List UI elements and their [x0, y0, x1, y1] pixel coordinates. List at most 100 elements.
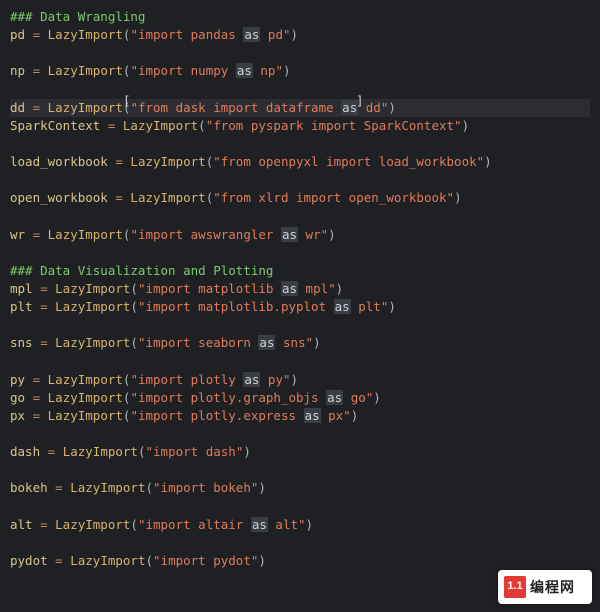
code-line[interactable]: load_workbook = LazyImport("from openpyx… — [10, 153, 590, 171]
function-name: LazyImport — [48, 408, 123, 423]
function-name: LazyImport — [48, 27, 123, 42]
function-name: LazyImport — [55, 517, 130, 532]
open-paren: ( — [130, 281, 138, 296]
code-line[interactable]: dd = LazyImport("from dask import datafr… — [10, 99, 590, 117]
equals-op: = — [108, 190, 131, 205]
equals-op: = — [33, 517, 56, 532]
open-paren: ( — [145, 480, 153, 495]
variable-name: SparkContext — [10, 118, 100, 133]
string-quote: " — [153, 553, 161, 568]
string-text: import plotly.graph_objs — [138, 390, 326, 405]
close-paren: ) — [258, 480, 266, 495]
close-paren: ) — [388, 299, 396, 314]
string-text: go — [343, 390, 366, 405]
string-text: import awswrangler — [138, 227, 281, 242]
code-line[interactable] — [10, 244, 590, 262]
variable-name: px — [10, 408, 25, 423]
string-text: import plotly — [138, 372, 243, 387]
string-quote: " — [145, 444, 153, 459]
keyword-as: as — [243, 27, 260, 42]
string-text: import bokeh — [161, 480, 251, 495]
code-line[interactable]: mpl = LazyImport("import matplotlib as m… — [10, 280, 590, 298]
keyword-as: as — [236, 63, 253, 78]
variable-name: mpl — [10, 281, 33, 296]
code-line[interactable]: dash = LazyImport("import dash") — [10, 443, 590, 461]
code-line[interactable]: alt = LazyImport("import altair as alt") — [10, 516, 590, 534]
function-name: LazyImport — [123, 118, 198, 133]
code-line[interactable]: sns = LazyImport("import seaborn as sns"… — [10, 334, 590, 352]
string-text: py — [260, 372, 283, 387]
variable-name: bokeh — [10, 480, 48, 495]
function-name: LazyImport — [48, 100, 123, 115]
code-line[interactable] — [10, 425, 590, 443]
string-text: import plotly.express — [138, 408, 304, 423]
open-paren: ( — [130, 517, 138, 532]
string-text: wr — [298, 227, 321, 242]
string-quote: " — [306, 335, 314, 350]
string-text: np — [253, 63, 276, 78]
code-line[interactable]: np = LazyImport("import numpy as np") — [10, 62, 590, 80]
string-text: import matplotlib.pyplot — [145, 299, 333, 314]
code-line[interactable]: plt = LazyImport("import matplotlib.pypl… — [10, 298, 590, 316]
function-name: LazyImport — [70, 480, 145, 495]
site-badge[interactable]: 1.1 编程网 — [498, 570, 592, 604]
code-line[interactable] — [10, 81, 590, 99]
string-quote: " — [130, 227, 138, 242]
code-line[interactable] — [10, 135, 590, 153]
close-paren: ) — [462, 118, 470, 133]
code-line[interactable]: py = LazyImport("import plotly as py") — [10, 371, 590, 389]
string-quote: " — [130, 372, 138, 387]
code-line[interactable] — [10, 44, 590, 62]
function-name: LazyImport — [55, 299, 130, 314]
variable-name: dd — [10, 100, 25, 115]
code-line[interactable] — [10, 534, 590, 552]
code-line[interactable]: wr = LazyImport("import awswrangler as w… — [10, 226, 590, 244]
code-editor[interactable]: [ ] ### Data Wranglingpd = LazyImport("i… — [0, 0, 600, 612]
code-line[interactable]: open_workbook = LazyImport("from xlrd im… — [10, 189, 590, 207]
code-line[interactable] — [10, 352, 590, 370]
code-line[interactable] — [10, 171, 590, 189]
code-line[interactable]: ### Data Wrangling — [10, 8, 590, 26]
code-line[interactable]: bokeh = LazyImport("import bokeh") — [10, 479, 590, 497]
string-quote: " — [130, 100, 138, 115]
variable-name: pydot — [10, 553, 48, 568]
equals-op: = — [33, 299, 56, 314]
code-line[interactable] — [10, 497, 590, 515]
string-text: pd — [260, 27, 283, 42]
close-paren: ) — [388, 100, 396, 115]
keyword-as: as — [281, 281, 298, 296]
string-text: import pydot — [161, 553, 251, 568]
variable-name: dash — [10, 444, 40, 459]
function-name: LazyImport — [48, 372, 123, 387]
close-paren: ) — [484, 154, 492, 169]
code-line[interactable] — [10, 461, 590, 479]
keyword-as: as — [341, 100, 358, 115]
keyword-as: as — [251, 517, 268, 532]
string-quote: " — [321, 227, 329, 242]
equals-op: = — [25, 27, 48, 42]
string-quote: " — [454, 118, 462, 133]
string-text: import seaborn — [145, 335, 258, 350]
string-quote: " — [130, 63, 138, 78]
variable-name: load_workbook — [10, 154, 108, 169]
code-line[interactable]: go = LazyImport("import plotly.graph_obj… — [10, 389, 590, 407]
code-line[interactable]: px = LazyImport("import plotly.express a… — [10, 407, 590, 425]
code-line[interactable] — [10, 316, 590, 334]
equals-op: = — [100, 118, 123, 133]
string-text: sns — [275, 335, 305, 350]
keyword-as: as — [243, 372, 260, 387]
open-paren: ( — [130, 299, 138, 314]
function-name: LazyImport — [130, 154, 205, 169]
function-name: LazyImport — [48, 227, 123, 242]
equals-op: = — [25, 408, 48, 423]
variable-name: plt — [10, 299, 33, 314]
code-line[interactable]: pydot = LazyImport("import pydot") — [10, 552, 590, 570]
code-line[interactable]: ### Data Visualization and Plotting — [10, 262, 590, 280]
code-line[interactable]: SparkContext = LazyImport("from pyspark … — [10, 117, 590, 135]
code-line[interactable] — [10, 207, 590, 225]
code-line[interactable]: pd = LazyImport("import pandas as pd") — [10, 26, 590, 44]
keyword-as: as — [258, 335, 275, 350]
string-quote: " — [343, 408, 351, 423]
equals-op: = — [25, 100, 48, 115]
close-paren: ) — [454, 190, 462, 205]
